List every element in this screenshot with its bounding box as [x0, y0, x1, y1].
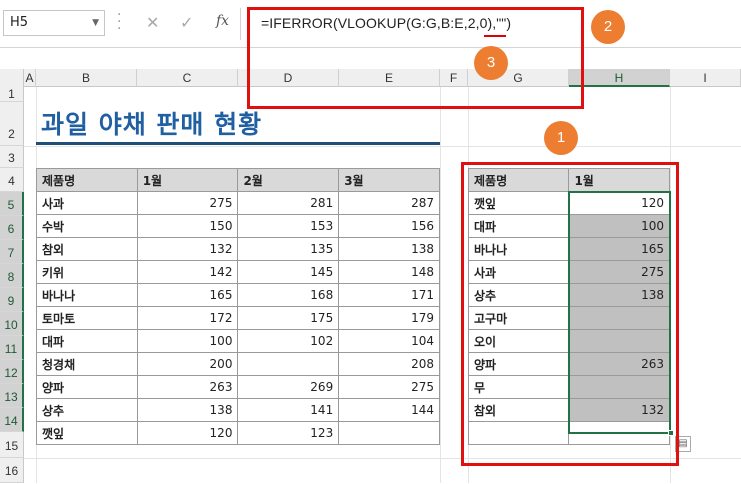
table-row: 상추 138 141 144 [36, 398, 440, 422]
cell[interactable]: 172 [136, 306, 239, 330]
row-header-6[interactable]: 6 [0, 216, 24, 240]
step-badge-2: 2 [591, 10, 625, 44]
cell[interactable]: 165 [136, 283, 239, 307]
row-header-10[interactable]: 10 [0, 312, 24, 336]
header-cell[interactable]: 3월 [338, 168, 440, 192]
table-row: 사과 275 281 287 [36, 191, 440, 215]
divider [240, 8, 241, 40]
row-header-8[interactable]: 8 [0, 264, 24, 288]
cell[interactable]: 171 [338, 283, 440, 307]
header-cell[interactable]: 제품명 [36, 168, 138, 192]
cell[interactable]: 깻잎 [36, 421, 138, 445]
cell[interactable]: 156 [338, 214, 440, 238]
chevron-down-icon[interactable]: ▼ [92, 11, 99, 35]
cell[interactable]: 수박 [36, 214, 138, 238]
row-header-16[interactable]: 16 [0, 458, 24, 483]
cell[interactable]: 175 [237, 306, 340, 330]
row-header-4[interactable]: 4 [0, 168, 24, 192]
row-header-5[interactable]: 5 [0, 192, 24, 216]
cell[interactable]: 토마토 [36, 306, 138, 330]
header-cell[interactable]: 2월 [237, 168, 340, 192]
enter-icon[interactable]: ✓ [180, 13, 193, 32]
cell[interactable]: 168 [237, 283, 340, 307]
cell[interactable]: 바나나 [36, 283, 138, 307]
cell[interactable]: 대파 [36, 329, 138, 353]
row-header-13[interactable]: 13 [0, 384, 24, 408]
sheet-title: 과일 야채 판매 현황 [41, 110, 263, 139]
table-row: 양파 263 269 275 [36, 375, 440, 399]
name-box[interactable]: H5 ▼ [3, 10, 105, 36]
drag-handle-icon[interactable]: · · · [117, 8, 123, 36]
column-header-a[interactable]: A [24, 69, 36, 87]
table-row: 깻잎 120 123 [36, 421, 440, 445]
header-cell[interactable]: 1월 [136, 168, 239, 192]
cell[interactable]: 참외 [36, 237, 138, 261]
title-underline [36, 142, 440, 145]
insert-function-icon[interactable]: fx [216, 13, 229, 29]
cell[interactable]: 200 [136, 352, 239, 376]
cell[interactable]: 269 [237, 375, 340, 399]
cell[interactable]: 208 [338, 352, 440, 376]
cell[interactable]: 275 [136, 191, 239, 215]
annotation-box-lookup [461, 162, 679, 466]
gridline [24, 146, 741, 147]
cell[interactable]: 104 [338, 329, 440, 353]
cell[interactable]: 179 [338, 306, 440, 330]
cell[interactable]: 138 [338, 237, 440, 261]
sales-table: 제품명 1월 2월 3월 사과 275 281 287 수박 150 153 156 참외 1… [36, 168, 440, 445]
row-header-3[interactable]: 3 [0, 146, 24, 168]
column-header-h[interactable]: H [569, 69, 670, 87]
cell[interactable]: 138 [136, 398, 239, 422]
row-header-14[interactable]: 14 [0, 408, 24, 432]
cell[interactable] [237, 352, 340, 376]
name-box-value: H5 [10, 15, 29, 30]
table-row: 바나나 165 168 171 [36, 283, 440, 307]
cell[interactable]: 상추 [36, 398, 138, 422]
row-header-11[interactable]: 11 [0, 336, 24, 360]
cell[interactable]: 135 [237, 237, 340, 261]
cell[interactable]: 양파 [36, 375, 138, 399]
table-row: 대파 100 102 104 [36, 329, 440, 353]
cell[interactable]: 청경채 [36, 352, 138, 376]
table-row: 토마토 172 175 179 [36, 306, 440, 330]
select-all-corner[interactable] [0, 69, 24, 87]
cell[interactable]: 141 [237, 398, 340, 422]
cancel-icon[interactable]: ✕ [146, 13, 159, 32]
cell[interactable]: 102 [237, 329, 340, 353]
row-header-12[interactable]: 12 [0, 360, 24, 384]
column-header-i[interactable]: I [670, 69, 741, 87]
cell[interactable]: 275 [338, 375, 440, 399]
cell[interactable]: 120 [136, 421, 239, 445]
annotation-box-formula [247, 7, 584, 109]
cell[interactable]: 123 [237, 421, 340, 445]
cell[interactable]: 132 [136, 237, 239, 261]
cell[interactable]: 281 [237, 191, 340, 215]
table-row: 참외 132 135 138 [36, 237, 440, 261]
column-header-c[interactable]: C [137, 69, 238, 87]
cell[interactable]: 100 [136, 329, 239, 353]
table-row: 수박 150 153 156 [36, 214, 440, 238]
table-row: 키위 142 145 148 [36, 260, 440, 284]
step-badge-3: 3 [474, 46, 508, 80]
cell[interactable]: 150 [136, 214, 239, 238]
row-header-2[interactable]: 2 [0, 102, 24, 146]
table-row: 청경채 200 208 [36, 352, 440, 376]
row-header-9[interactable]: 9 [0, 288, 24, 312]
row-header-15[interactable]: 15 [0, 432, 24, 458]
cell[interactable]: 키위 [36, 260, 138, 284]
step-badge-1: 1 [544, 121, 578, 155]
cell[interactable]: 263 [136, 375, 239, 399]
cell[interactable]: 287 [338, 191, 440, 215]
cell[interactable]: 142 [136, 260, 239, 284]
cell[interactable]: 사과 [36, 191, 138, 215]
cell[interactable]: 153 [237, 214, 340, 238]
row-header-7[interactable]: 7 [0, 240, 24, 264]
row-header-1[interactable]: 1 [0, 87, 24, 102]
table-header-row: 제품명 1월 2월 3월 [36, 168, 440, 192]
cell[interactable]: 145 [237, 260, 340, 284]
column-header-b[interactable]: B [36, 69, 137, 87]
cell[interactable] [338, 421, 440, 445]
cell[interactable]: 144 [338, 398, 440, 422]
cell[interactable]: 148 [338, 260, 440, 284]
